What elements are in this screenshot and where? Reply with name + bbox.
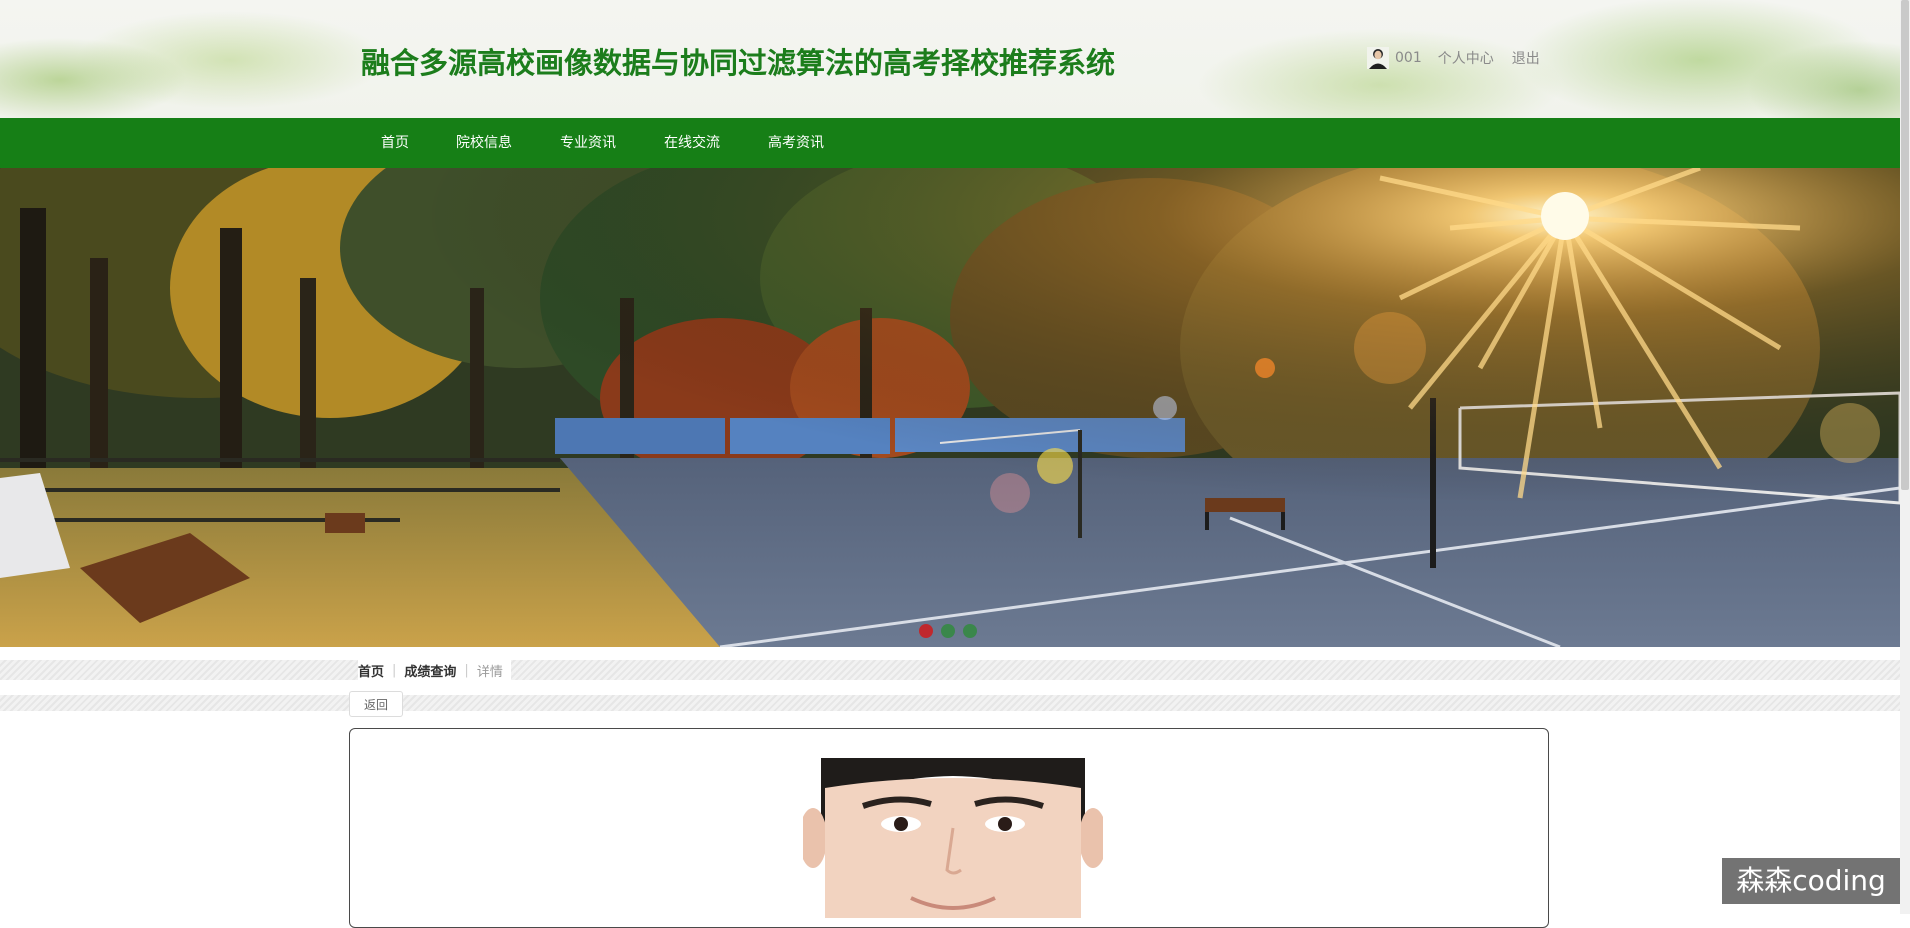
nav-item-home[interactable]: 首页 xyxy=(381,118,409,168)
logout-link[interactable]: 退出 xyxy=(1512,48,1540,68)
nav-item-exam-news[interactable]: 高考资讯 xyxy=(768,118,824,168)
site-header: 融合多源高校画像数据与协同过滤算法的高考择校推荐系统 001 个人中心 退出 xyxy=(0,0,1900,118)
banner-carousel[interactable] xyxy=(0,168,1900,647)
breadcrumb-separator: | xyxy=(392,662,397,678)
carousel-indicators xyxy=(919,624,977,638)
watermark: 森森coding xyxy=(1722,858,1900,904)
student-photo xyxy=(803,758,1103,918)
breadcrumb-section[interactable]: 成绩查询 xyxy=(404,661,456,680)
breadcrumb-current: 详情 xyxy=(476,664,503,680)
breadcrumb: 首页 | 成绩查询 | 详情 xyxy=(358,660,511,680)
profile-link[interactable]: 个人中心 xyxy=(1438,48,1494,68)
username: 001 xyxy=(1395,50,1422,66)
main-nav: 首页 院校信息 专业资讯 在线交流 高考资讯 xyxy=(0,118,1900,168)
banner-image xyxy=(0,168,1900,647)
site-title: 融合多源高校画像数据与协同过滤算法的高考择校推荐系统 xyxy=(361,46,1116,80)
back-button[interactable]: 返回 xyxy=(349,691,403,717)
nav-item-majors[interactable]: 专业资讯 xyxy=(560,118,616,168)
breadcrumb-separator: | xyxy=(464,662,469,678)
user-area: 001 个人中心 退出 xyxy=(1367,47,1558,69)
carousel-dot-3[interactable] xyxy=(963,624,977,638)
avatar-icon xyxy=(1367,47,1389,69)
divider-strip xyxy=(0,695,1900,711)
carousel-dot-2[interactable] xyxy=(941,624,955,638)
breadcrumb-home[interactable]: 首页 xyxy=(358,661,384,680)
nav-item-forum[interactable]: 在线交流 xyxy=(664,118,720,168)
breadcrumb-background xyxy=(0,660,1900,680)
carousel-dot-1[interactable] xyxy=(919,624,933,638)
nav-item-colleges[interactable]: 院校信息 xyxy=(456,118,512,168)
scrollbar-thumb[interactable] xyxy=(1901,0,1909,490)
